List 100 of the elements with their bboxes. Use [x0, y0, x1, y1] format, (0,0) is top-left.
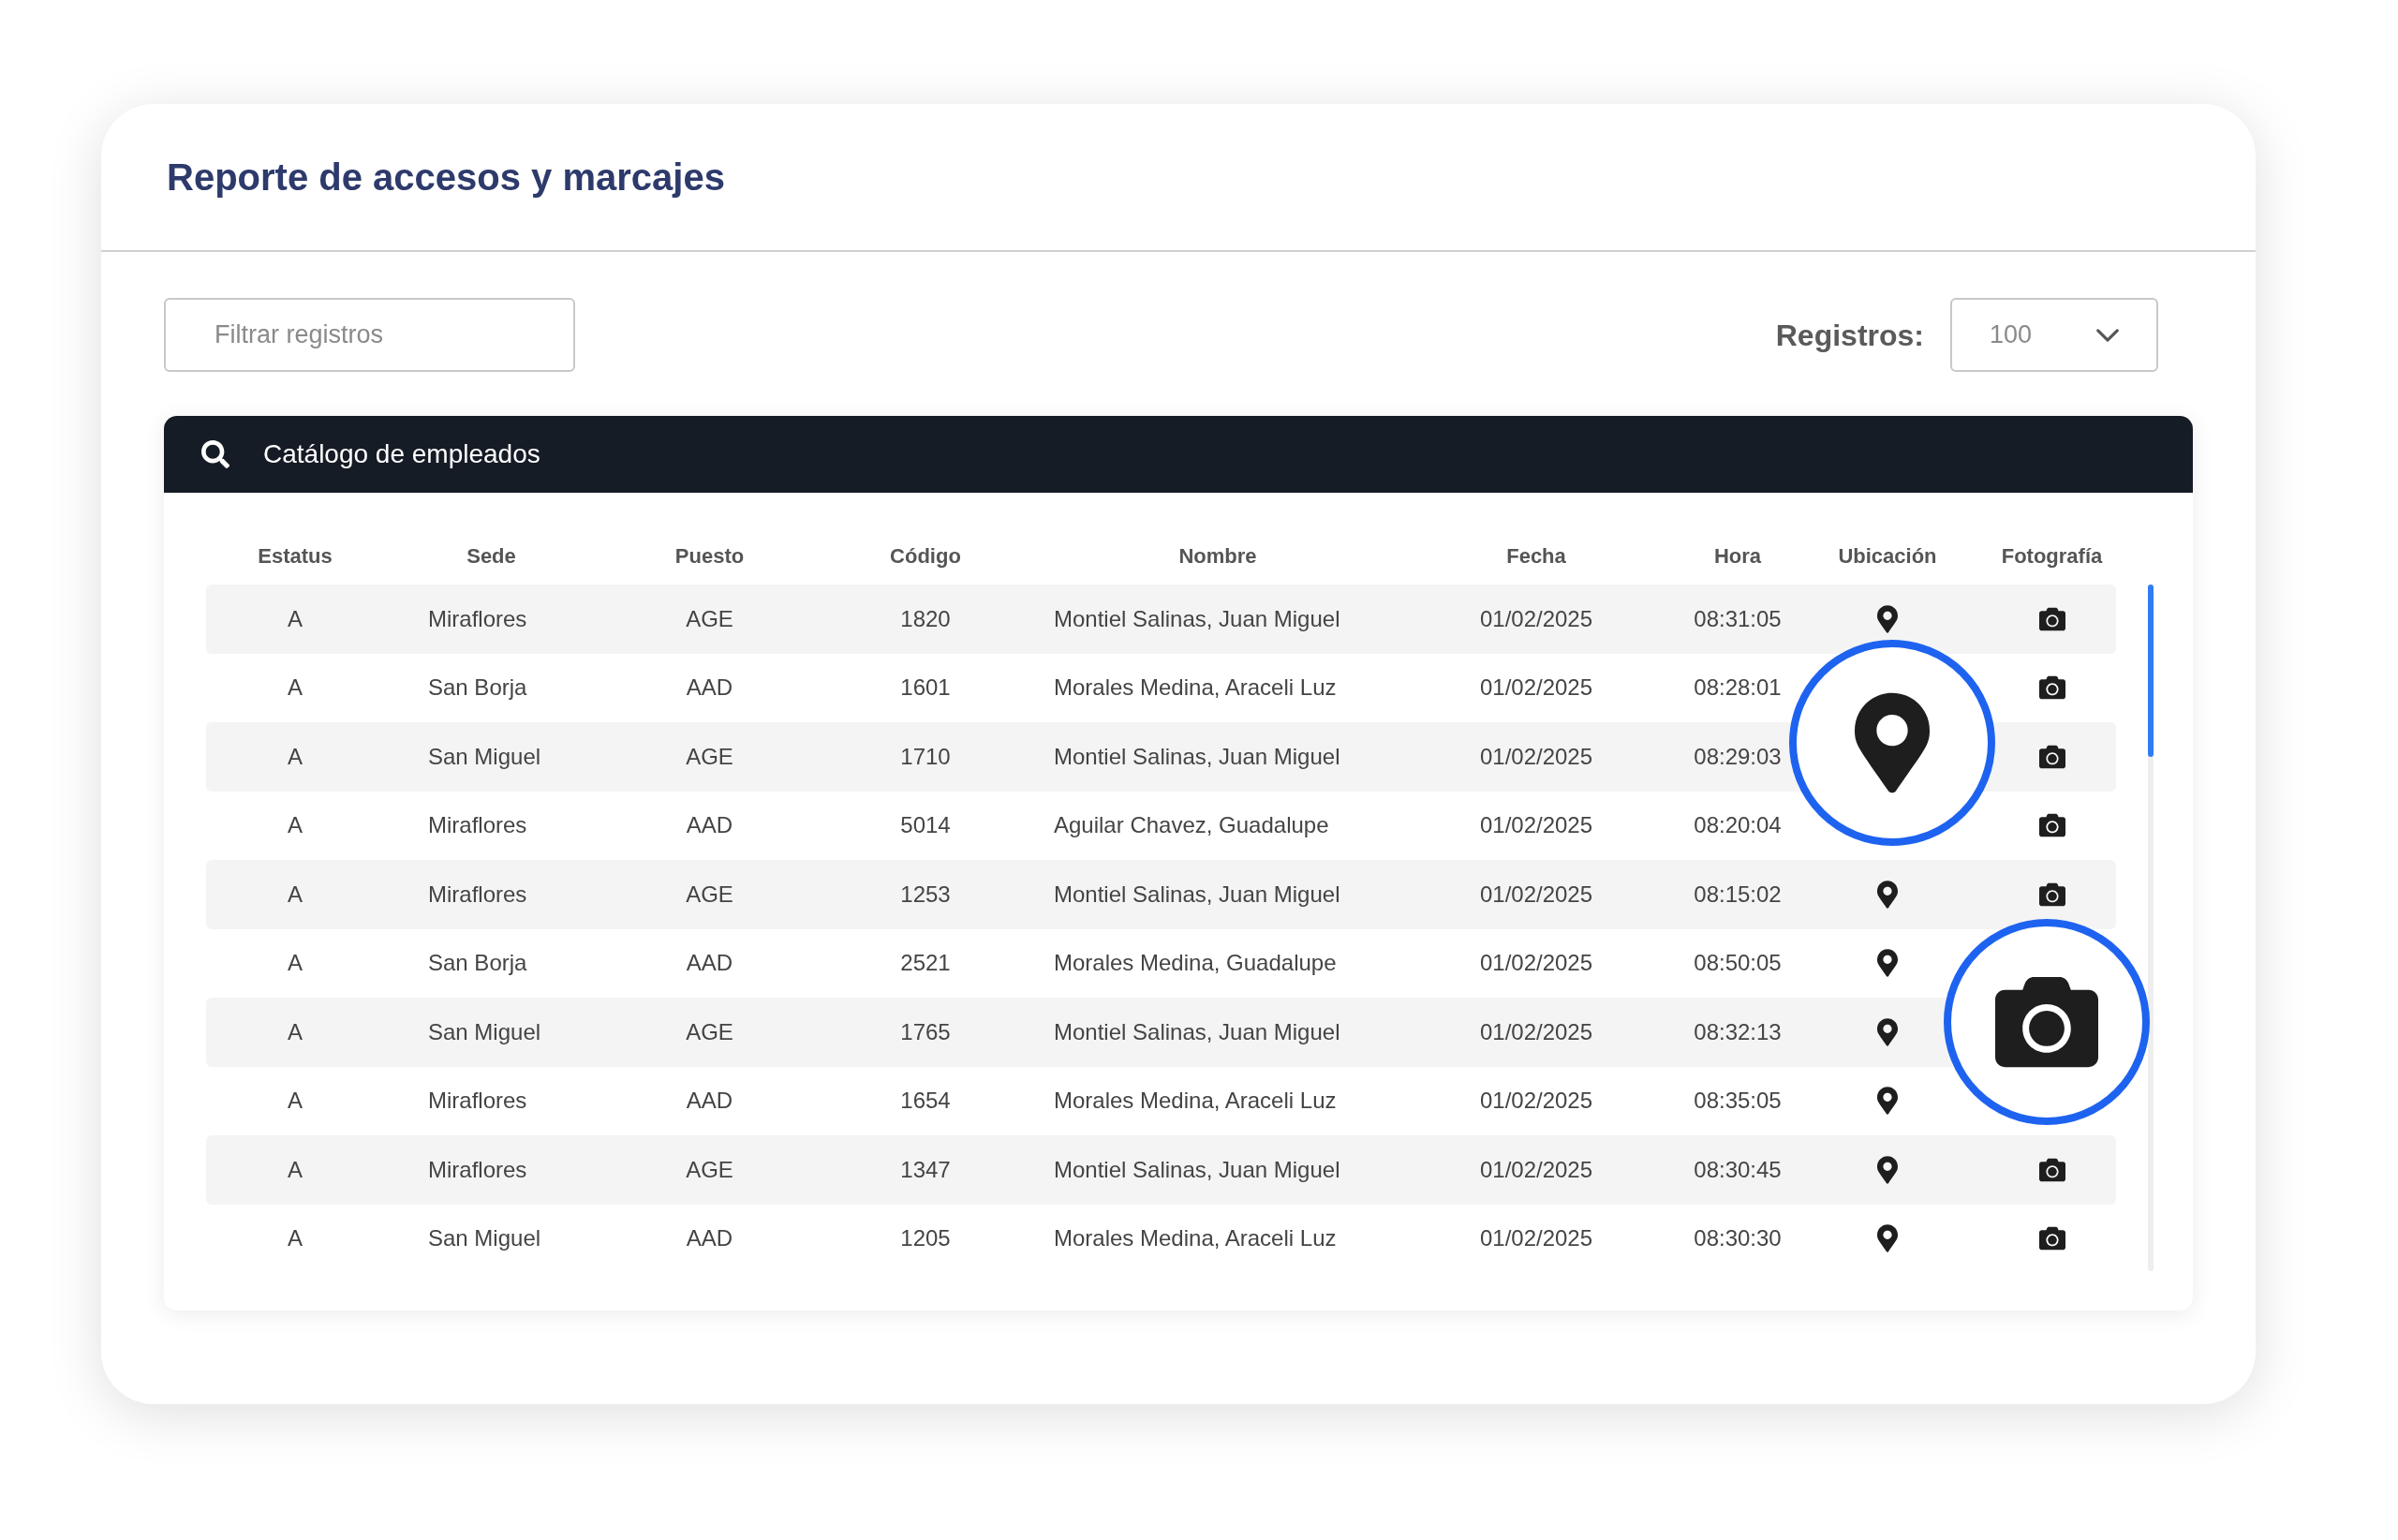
table-cell-text: Montiel Salinas, Juan Miguel [1053, 1017, 1341, 1046]
table-cell-text: San Miguel [427, 742, 542, 771]
table-cell-text: A [287, 811, 303, 840]
search-icon [201, 440, 229, 468]
table-cell-text: 01/02/2025 [1478, 880, 1594, 909]
table-cell-text: A [287, 880, 303, 909]
table-cell-text: 01/02/2025 [1478, 1155, 1594, 1184]
camera-icon[interactable] [2036, 812, 2067, 839]
column-header: Código [889, 543, 962, 570]
table-cell-text: Miraflores [427, 1155, 528, 1184]
chevron-down-icon [2096, 328, 2119, 342]
table-cell-text: 1253 [899, 880, 952, 909]
table-row[interactable]: A San Miguel AGE 1710 Montiel Salinas, Juan Miguel 01/02/2025 08:29:03 [206, 722, 2116, 792]
table-cell-text: Montiel Salinas, Juan Miguel [1053, 742, 1341, 771]
table-cell-text: A [287, 742, 303, 771]
catalog-bar[interactable]: Catálogo de empleados [164, 416, 2193, 493]
table-row[interactable]: A Miraflores AGE 1820 Montiel Salinas, Juan Miguel 01/02/2025 08:31:05 [206, 585, 2116, 654]
table-cell-text: 1205 [899, 1224, 952, 1253]
camera-icon[interactable] [2036, 674, 2067, 702]
camera-icon[interactable] [2036, 1225, 2067, 1252]
table-cell-text: AGE [685, 1155, 734, 1184]
table-cell-text: AGE [685, 604, 734, 633]
table-cell-text: Montiel Salinas, Juan Miguel [1053, 604, 1341, 633]
map-pin-icon[interactable] [1877, 949, 1898, 978]
table-cell-text: San Borja [427, 949, 528, 978]
table-cell-text: 01/02/2025 [1478, 1017, 1594, 1046]
camera-icon[interactable] [2036, 1156, 2067, 1183]
table-cell-text: 08:32:13 [1693, 1017, 1783, 1046]
column-header: Ubicación [1837, 543, 1938, 570]
table-row[interactable]: A Miraflores AGE 1347 Montiel Salinas, Juan Miguel 01/02/2025 08:30:45 [206, 1135, 2116, 1205]
table-cell-text: AAD [685, 674, 734, 703]
camera-icon[interactable] [2036, 743, 2067, 770]
filter-field[interactable]: Filtrar registros [164, 298, 575, 372]
table-cell-text: 08:15:02 [1693, 880, 1783, 909]
table-cell-text: 01/02/2025 [1478, 604, 1594, 633]
table-cell-text: A [287, 604, 303, 633]
catalog-label: Catálogo de empleados [263, 438, 540, 470]
map-pin-icon[interactable] [1877, 604, 1898, 633]
table-cell-text: 08:20:04 [1693, 811, 1783, 840]
table-cell-text: Miraflores [427, 880, 528, 909]
table-cell-text: Montiel Salinas, Juan Miguel [1053, 1155, 1341, 1184]
table-cell-text: 1654 [899, 1087, 952, 1116]
table-cell-text: 01/02/2025 [1478, 949, 1594, 978]
camera-icon[interactable] [2036, 605, 2067, 632]
table-cell-text: AAD [685, 1224, 734, 1253]
table-cell-text: San Miguel [427, 1017, 542, 1046]
column-header: Fotografía [2000, 543, 2104, 570]
table-cell-text: 1820 [899, 604, 952, 633]
table-cell-text: San Miguel [427, 1224, 542, 1253]
table-cell-text: 08:29:03 [1693, 742, 1783, 771]
table-cell-text: 1601 [899, 674, 952, 703]
page-title: Reporte de accesos y marcajes [167, 155, 725, 200]
table-cell-text: Morales Medina, Araceli Luz [1053, 1087, 1338, 1116]
table-cell-text: 08:31:05 [1693, 604, 1783, 633]
table-cell-text: 01/02/2025 [1478, 1087, 1594, 1116]
table-cell-text: AGE [685, 880, 734, 909]
table-cell-text: 1710 [899, 742, 952, 771]
table-cell-text: 01/02/2025 [1478, 674, 1594, 703]
table-cell-text: AAD [685, 949, 734, 978]
map-pin-icon[interactable] [1877, 1017, 1898, 1046]
column-header: Sede [466, 543, 517, 570]
column-header: Nombre [1177, 543, 1258, 570]
records-label: Registros: [1775, 317, 1924, 354]
table-cell-text: Morales Medina, Araceli Luz [1053, 1224, 1338, 1253]
map-pin-icon [1855, 691, 1930, 794]
column-header: Fecha [1505, 543, 1567, 570]
table-cell-text: Miraflores [427, 811, 528, 840]
table-cell-text: Miraflores [427, 1087, 528, 1116]
camera-icon[interactable] [2036, 881, 2067, 908]
table-cell-text: AAD [685, 1087, 734, 1116]
table-cell-text: 01/02/2025 [1478, 742, 1594, 771]
table-cell-text: AAD [685, 811, 734, 840]
table-cell-text: A [287, 1087, 303, 1116]
table-row[interactable]: A Miraflores AGE 1253 Montiel Salinas, Juan Miguel 01/02/2025 08:15:02 [206, 860, 2116, 929]
table-cell-text: Aguilar Chavez, Guadalupe [1053, 811, 1330, 840]
table-cell-text: A [287, 1224, 303, 1253]
table-cell-text: 5014 [899, 811, 952, 840]
map-pin-icon[interactable] [1877, 1155, 1898, 1184]
table-cell-text: 1347 [899, 1155, 952, 1184]
table-cell-text: AGE [685, 1017, 734, 1046]
map-pin-icon[interactable] [1877, 1087, 1898, 1116]
table-cell-text: 08:35:05 [1693, 1087, 1783, 1116]
column-header: Hora [1712, 543, 1763, 570]
scrollbar-thumb[interactable] [2148, 585, 2154, 757]
table-cell-text: A [287, 674, 303, 703]
table-cell-text: San Borja [427, 674, 528, 703]
table-cell-text: Morales Medina, Guadalupe [1053, 949, 1338, 978]
map-pin-icon[interactable] [1877, 1224, 1898, 1253]
table-cell-text: 01/02/2025 [1478, 811, 1594, 840]
table-cell-text: 01/02/2025 [1478, 1224, 1594, 1253]
column-header: Estatus [257, 543, 333, 570]
table-cell-text: 08:30:45 [1693, 1155, 1783, 1184]
scrollbar-track[interactable] [2148, 585, 2154, 1271]
table-cell-text: A [287, 1017, 303, 1046]
table-cell-text: Montiel Salinas, Juan Miguel [1053, 880, 1341, 909]
table-cell-text: Morales Medina, Araceli Luz [1053, 674, 1338, 703]
column-header: Puesto [674, 543, 746, 570]
table-cell-text: 08:30:30 [1693, 1224, 1783, 1253]
map-pin-icon[interactable] [1877, 880, 1898, 909]
table-cell-text: 1765 [899, 1017, 952, 1046]
